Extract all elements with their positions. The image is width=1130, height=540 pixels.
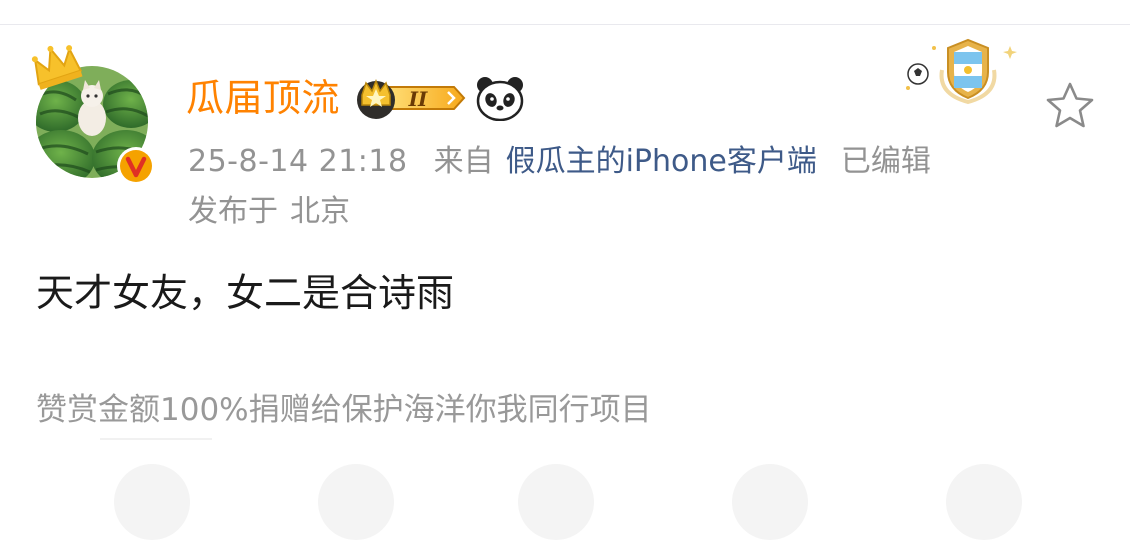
location-label: 发布于 bbox=[188, 194, 278, 229]
from-label: 来自 bbox=[433, 144, 494, 179]
avatar-container[interactable] bbox=[31, 45, 155, 185]
client-link[interactable]: 假瓜主的iPhone客户端 bbox=[506, 136, 817, 180]
reward-divider bbox=[100, 438, 212, 440]
post-text: 天才女友，女二是合诗雨 bbox=[36, 271, 455, 315]
reward-avatar[interactable] bbox=[518, 464, 594, 540]
username[interactable]: 瓜届顶流 bbox=[186, 79, 340, 117]
top-divider bbox=[0, 0, 1130, 25]
svg-text:II: II bbox=[408, 87, 428, 111]
reward-avatar[interactable] bbox=[732, 464, 808, 540]
reward-avatar[interactable] bbox=[318, 464, 394, 540]
panda-icon[interactable] bbox=[474, 75, 526, 121]
vip-badge-icon[interactable]: II bbox=[354, 75, 466, 121]
post-time: 25-8-14 21:18 bbox=[188, 144, 408, 179]
reward-note: 赞赏金额100%捐赠给保护海洋你我同行项目 bbox=[36, 392, 652, 428]
favorite-star-icon[interactable] bbox=[1044, 80, 1096, 130]
argentina-football-medal-icon[interactable] bbox=[902, 36, 1026, 108]
name-row: 瓜届顶流 II bbox=[186, 70, 526, 126]
location-value: 北京 bbox=[290, 194, 350, 229]
reward-avatar[interactable] bbox=[946, 464, 1022, 540]
post-meta: 25-8-14 21:18 来自 假瓜主的iPhone客户端 已编辑 bbox=[188, 136, 931, 180]
location-row: 发布于 北京 bbox=[188, 186, 350, 230]
verified-badge-icon bbox=[117, 147, 155, 185]
edited-label[interactable]: 已编辑 bbox=[841, 136, 931, 180]
reward-avatar[interactable] bbox=[114, 464, 190, 540]
